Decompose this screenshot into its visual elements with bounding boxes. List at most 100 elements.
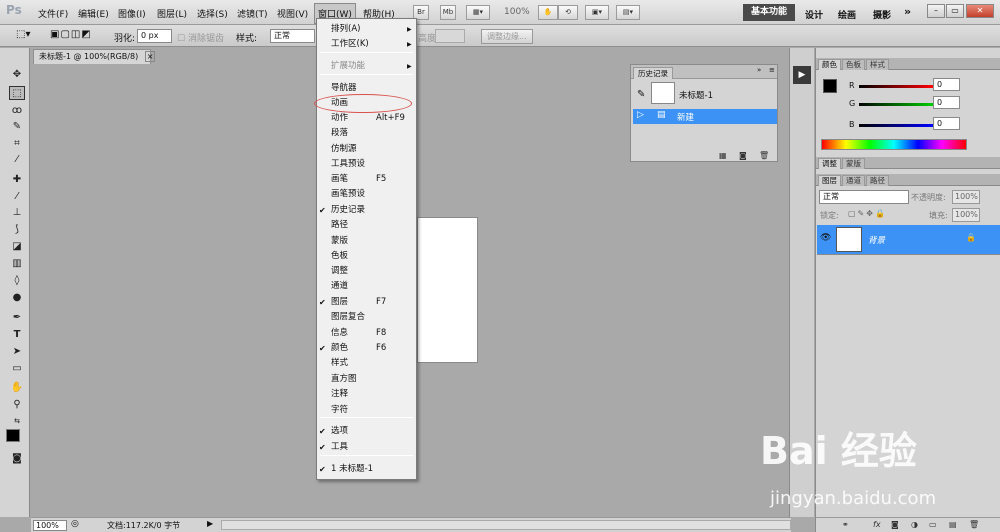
panel-collapse-icon[interactable]: » bbox=[757, 66, 761, 74]
type-tool-icon[interactable]: T bbox=[9, 328, 25, 342]
swap-colors-icon[interactable]: ⇆ bbox=[9, 414, 25, 428]
menu-file[interactable]: 文件(F) bbox=[38, 7, 68, 20]
menu-edit[interactable]: 编辑(E) bbox=[78, 7, 109, 20]
menu-select[interactable]: 选择(S) bbox=[197, 7, 228, 20]
refine-edge-button[interactable]: 调整边缘... bbox=[481, 29, 533, 44]
foreground-color-chip[interactable] bbox=[823, 79, 837, 93]
marquee-tool-icon[interactable]: ⬚ bbox=[9, 86, 25, 100]
antialias-checkbox[interactable]: ☐ 消除锯齿 bbox=[177, 31, 224, 44]
shape-tool-icon[interactable]: ▭ bbox=[9, 362, 25, 376]
tab-adjustments[interactable]: 调整 bbox=[818, 158, 841, 169]
window-menu-item[interactable]: ✔ 历史记录 bbox=[317, 203, 416, 218]
quick-mask-icon[interactable]: ◙ bbox=[9, 452, 25, 466]
color-spectrum-bar[interactable] bbox=[821, 139, 967, 150]
red-value[interactable]: 0 bbox=[933, 78, 960, 91]
blend-mode-select[interactable]: 正常 bbox=[819, 190, 909, 204]
pen-tool-icon[interactable]: ✒ bbox=[9, 311, 25, 325]
status-zoom[interactable]: 100% bbox=[33, 520, 67, 531]
green-value[interactable]: 0 bbox=[933, 96, 960, 109]
delete-state-icon[interactable]: 🗑 bbox=[759, 151, 769, 160]
lasso-tool-icon[interactable]: ꝏ bbox=[9, 104, 25, 118]
green-slider[interactable] bbox=[859, 103, 933, 106]
eraser-tool-icon[interactable]: ◪ bbox=[9, 240, 25, 254]
history-brush-tool-icon[interactable]: ⟆ bbox=[9, 223, 25, 237]
blur-tool-icon[interactable]: ◊ bbox=[9, 274, 25, 288]
document-tab-close-icon[interactable]: × bbox=[144, 51, 156, 62]
brush-tool-icon[interactable]: ⁄ bbox=[9, 190, 25, 204]
window-menu-item[interactable]: 样式 bbox=[317, 356, 416, 371]
window-menu-item[interactable]: 画笔预设 bbox=[317, 187, 416, 202]
maximize-button[interactable]: ▭ bbox=[946, 4, 964, 18]
red-slider[interactable] bbox=[859, 85, 933, 88]
layer-name[interactable]: 背景 bbox=[868, 234, 885, 246]
snapshot-brush-icon[interactable]: ✎ bbox=[637, 89, 645, 100]
history-tab[interactable]: 历史记录 bbox=[633, 67, 673, 79]
zoom-level[interactable]: 100% bbox=[504, 7, 530, 17]
view-extras-button[interactable]: ▦▾ bbox=[466, 5, 490, 20]
status-info-icon[interactable]: ◎ bbox=[71, 519, 79, 529]
workspace-essentials[interactable]: 基本功能 bbox=[743, 4, 795, 21]
mini-bridge-button[interactable]: Mb bbox=[440, 5, 456, 20]
path-select-tool-icon[interactable]: ➤ bbox=[9, 345, 25, 359]
window-menu-item[interactable]: 图层复合 bbox=[317, 310, 416, 325]
snapshot-thumbnail[interactable] bbox=[651, 82, 675, 104]
tab-layers[interactable]: 图层 bbox=[818, 175, 841, 186]
rotate-view-button[interactable]: ⟲ bbox=[558, 5, 578, 20]
tab-masks[interactable]: 蒙版 bbox=[842, 158, 865, 169]
menu-image[interactable]: 图像(I) bbox=[118, 7, 146, 20]
style-select[interactable]: 正常 bbox=[270, 29, 315, 43]
arrange-documents-button[interactable]: ▣▾ bbox=[585, 5, 609, 20]
window-menu-item[interactable]: 信息 F8 bbox=[317, 326, 416, 341]
minimize-button[interactable]: – bbox=[927, 4, 945, 18]
window-menu-item[interactable]: ✔ 工具 bbox=[317, 440, 416, 455]
clone-stamp-tool-icon[interactable]: ⊥ bbox=[9, 206, 25, 220]
workspace-more-icon[interactable]: » bbox=[904, 5, 911, 18]
blue-slider[interactable] bbox=[859, 124, 933, 127]
window-menu-item[interactable]: 工具预设 bbox=[317, 157, 416, 172]
window-menu-item[interactable]: 路径 bbox=[317, 218, 416, 233]
new-layer-icon[interactable]: ▤ bbox=[949, 520, 957, 529]
fill-input[interactable]: 100% bbox=[952, 208, 980, 222]
create-snapshot-icon[interactable]: ◙ bbox=[739, 151, 747, 160]
window-menu-item[interactable]: 直方图 bbox=[317, 372, 416, 387]
window-menu-item[interactable]: ✔ 1 未标题-1 bbox=[317, 462, 416, 477]
selection-mode-icons[interactable]: ▣▢◫◩ bbox=[50, 29, 92, 40]
new-document-from-state-icon[interactable]: ▦ bbox=[719, 151, 727, 160]
crop-tool-icon[interactable]: ⌗ bbox=[9, 137, 25, 151]
menu-layer[interactable]: 图层(L) bbox=[157, 7, 187, 20]
layer-style-icon[interactable]: fx bbox=[873, 520, 881, 529]
window-menu-item[interactable]: 扩展功能 ▶ bbox=[317, 59, 416, 74]
document-canvas[interactable] bbox=[417, 217, 478, 363]
window-menu-item[interactable]: 通道 bbox=[317, 279, 416, 294]
window-menu-item[interactable]: 工作区(K) ▶ bbox=[317, 37, 416, 52]
window-menu-item[interactable]: 色板 bbox=[317, 249, 416, 264]
document-tab[interactable]: 未标题-1 @ 100%(RGB/8) × bbox=[33, 49, 156, 64]
history-panel-icon[interactable]: ▶ bbox=[793, 66, 811, 84]
tab-color[interactable]: 颜色 bbox=[818, 59, 841, 70]
tab-paths[interactable]: 路径 bbox=[866, 175, 889, 186]
blue-value[interactable]: 0 bbox=[933, 117, 960, 130]
gradient-tool-icon[interactable]: ▥ bbox=[9, 257, 25, 271]
window-menu-item[interactable]: 画笔 F5 bbox=[317, 172, 416, 187]
close-button[interactable]: ✕ bbox=[966, 4, 994, 18]
zoom-tool-icon[interactable]: ⚲ bbox=[9, 398, 25, 412]
history-state-row[interactable]: ▷ ▤ 新建 bbox=[633, 109, 777, 124]
tab-channels[interactable]: 通道 bbox=[842, 175, 865, 186]
window-menu-item[interactable]: 动作 Alt+F9 bbox=[317, 111, 416, 126]
quick-select-tool-icon[interactable]: ✎ bbox=[9, 120, 25, 134]
workspace-painting[interactable]: 绘画 bbox=[838, 8, 856, 21]
window-menu-item[interactable]: ✔ 颜色 F6 bbox=[317, 341, 416, 356]
move-tool-icon[interactable]: ✥ bbox=[9, 68, 25, 82]
window-menu-item[interactable]: ✔ 图层 F7 bbox=[317, 295, 416, 310]
menu-view[interactable]: 视图(V) bbox=[277, 7, 308, 20]
link-layers-icon[interactable]: ⚭ bbox=[842, 520, 849, 529]
healing-brush-tool-icon[interactable]: ✚ bbox=[9, 173, 25, 187]
window-menu-item[interactable]: ✔ 选项 bbox=[317, 424, 416, 439]
menu-filter[interactable]: 滤镜(T) bbox=[237, 7, 268, 20]
eyedropper-tool-icon[interactable]: ⁄ bbox=[9, 153, 25, 167]
screen-mode-button[interactable]: ▤▾ bbox=[616, 5, 640, 20]
window-menu-item[interactable]: 段落 bbox=[317, 126, 416, 141]
hand-rotate-button[interactable]: ✋ bbox=[538, 5, 558, 20]
foreground-color-swatch[interactable] bbox=[6, 429, 20, 442]
feather-input[interactable]: 0 px bbox=[137, 29, 172, 43]
